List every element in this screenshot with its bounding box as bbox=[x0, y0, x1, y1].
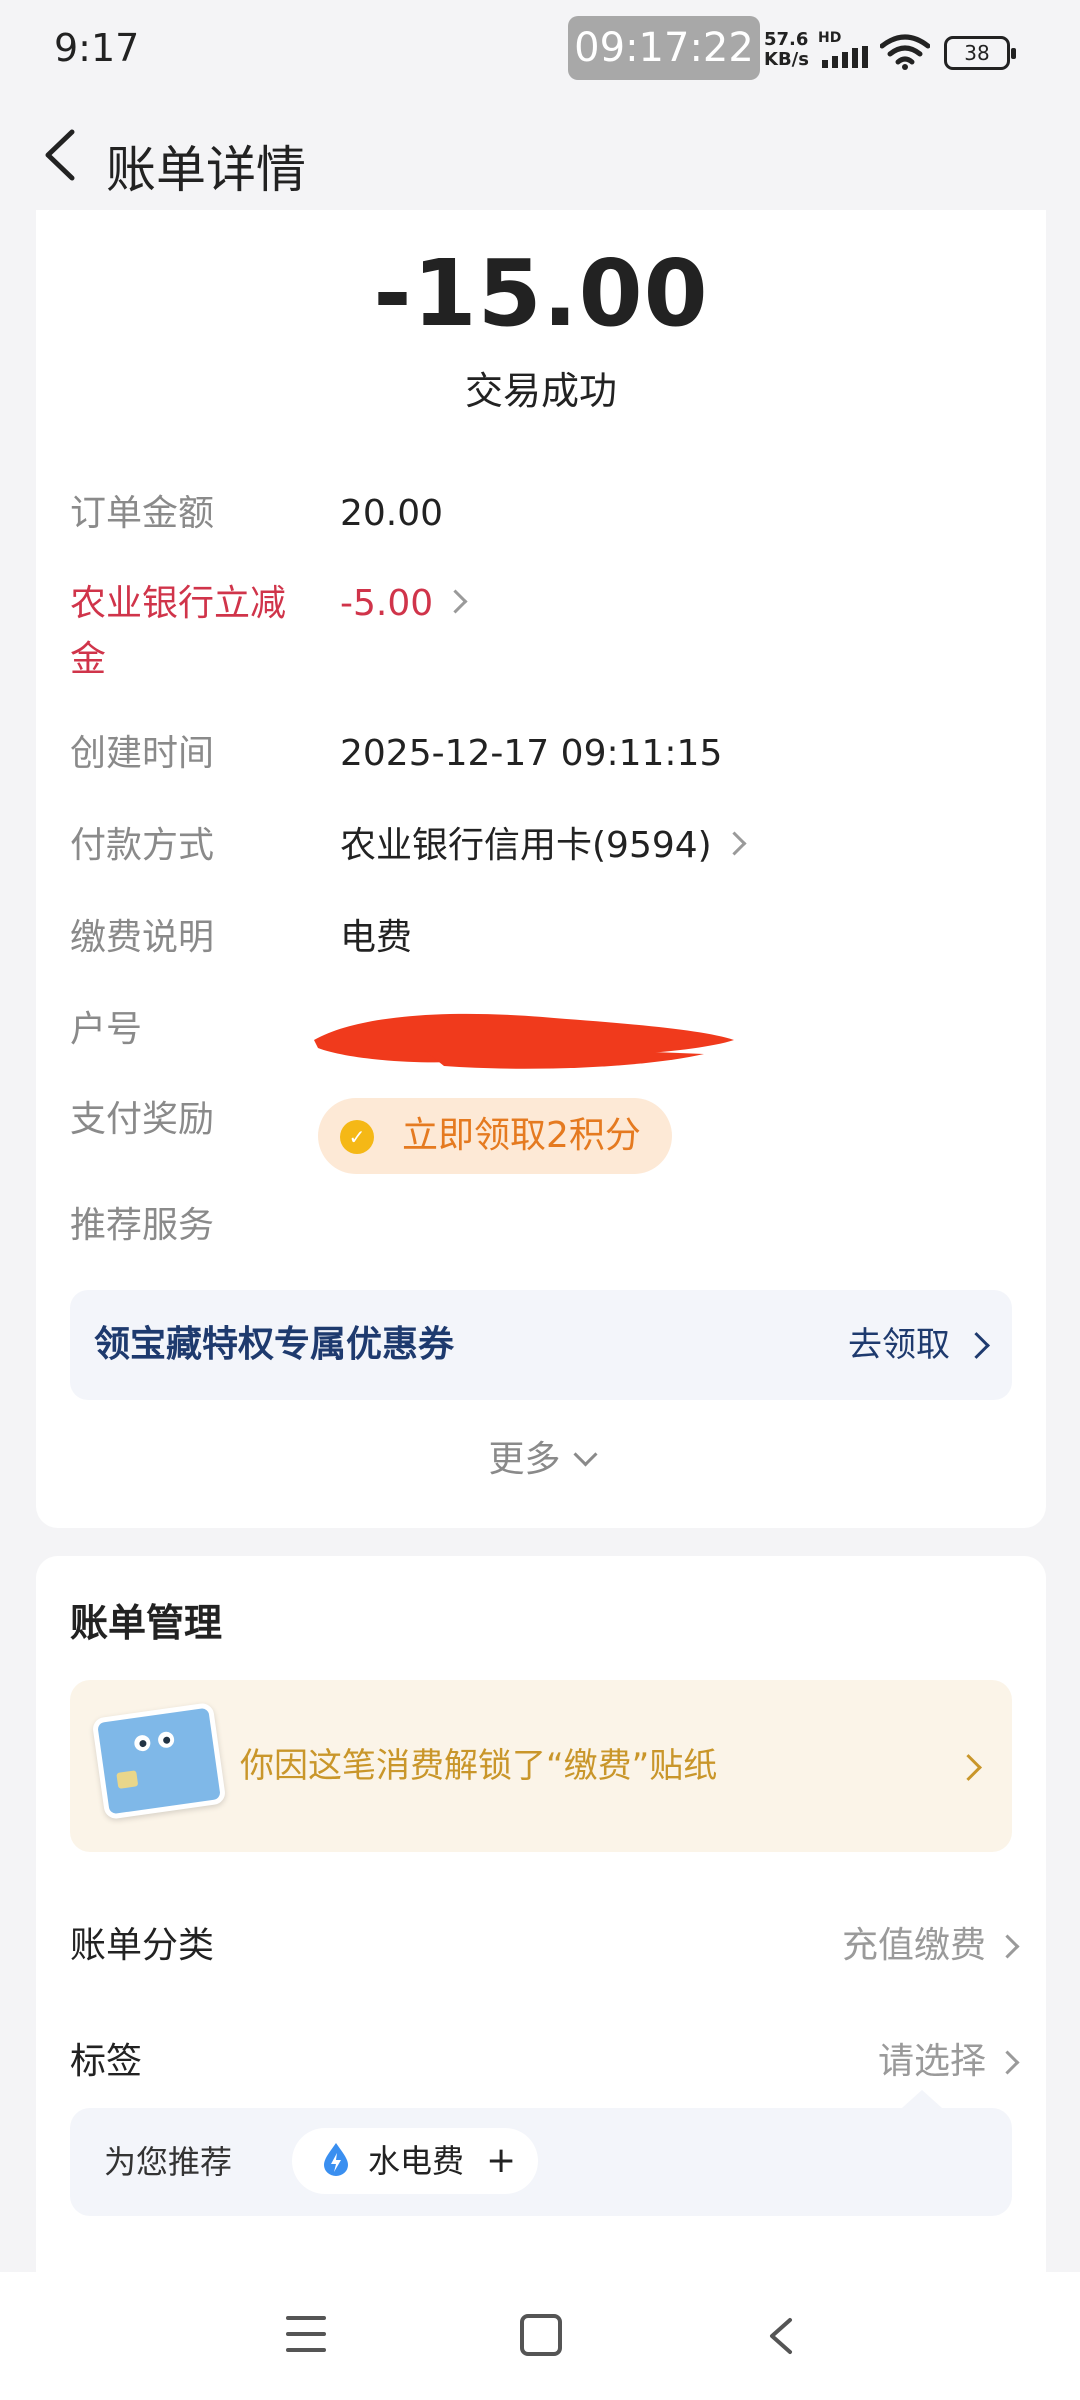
recommend-service-label: 推荐服务 bbox=[70, 1205, 215, 1246]
coin-icon bbox=[340, 1120, 374, 1154]
chevron-right-icon bbox=[722, 830, 747, 856]
reward-label: 支付奖励 bbox=[70, 1099, 215, 1140]
signal-icon bbox=[822, 46, 868, 68]
created-time-value: 2025-12-17 09:11:15 bbox=[340, 733, 723, 774]
status-clock-overlay: 09:17:22 bbox=[568, 16, 760, 80]
bill-category-label: 账单分类 bbox=[70, 1925, 215, 1966]
network-speed-unit: KB/s bbox=[764, 49, 809, 70]
hd-indicator: HD bbox=[818, 30, 842, 46]
transaction-status: 交易成功 bbox=[464, 369, 617, 413]
chevron-down-icon bbox=[572, 1442, 598, 1467]
discount-label: 农业银行立减 金 bbox=[70, 576, 286, 688]
back-arrow-icon[interactable] bbox=[30, 120, 90, 190]
order-amount-value: 20.00 bbox=[340, 493, 444, 534]
order-amount-label: 订单金额 bbox=[70, 493, 215, 534]
nav-back-icon[interactable] bbox=[762, 2316, 802, 2356]
claim-points-label: 立即领取2积分 bbox=[402, 1115, 641, 1156]
chevron-right-icon bbox=[963, 1332, 990, 1359]
page-title: 账单详情 bbox=[106, 141, 306, 199]
tag-recommendation-box: 为您推荐 水电费 + bbox=[70, 2090, 1012, 2216]
chevron-right-icon bbox=[995, 2050, 1020, 2075]
more-label: 更多 bbox=[488, 1439, 561, 1480]
tag-chip-utilities[interactable]: 水电费 + bbox=[292, 2128, 538, 2194]
discount-label-line2: 金 bbox=[70, 639, 107, 680]
coupon-banner[interactable]: 领宝藏特权专属优惠券 去领取 bbox=[70, 1290, 1012, 1400]
redaction-scribble bbox=[314, 1013, 734, 1069]
discount-value-link[interactable]: -5.00 bbox=[340, 576, 468, 632]
sticker-text: 你因这笔消费解锁了“缴费”贴纸 bbox=[240, 1746, 718, 1786]
bill-management-title: 账单管理 bbox=[70, 1601, 223, 1645]
status-time: 9:17 bbox=[54, 26, 140, 70]
sticker-banner[interactable]: 你因这笔消费解锁了“缴费”贴纸 bbox=[70, 1680, 1012, 1852]
more-toggle[interactable]: 更多 bbox=[36, 1430, 1046, 1482]
account-number-label: 户号 bbox=[70, 1009, 143, 1050]
chevron-right-icon bbox=[955, 1754, 982, 1781]
sticker-card-icon bbox=[91, 1702, 227, 1820]
app-header: 账单详情 bbox=[0, 100, 1080, 210]
status-bar: 9:17 09:17:22 57.6 KB/s HD 38 bbox=[0, 0, 1080, 100]
chevron-right-icon bbox=[443, 588, 468, 614]
battery-icon: 38 bbox=[944, 36, 1016, 70]
tag-select-value: 请选择 bbox=[877, 2041, 986, 2082]
claim-points-button[interactable]: 立即领取2积分 bbox=[318, 1098, 672, 1174]
network-speed-value: 57.6 bbox=[764, 29, 809, 50]
payment-method-value: 农业银行信用卡(9594) bbox=[340, 825, 712, 866]
created-time-label: 创建时间 bbox=[70, 733, 215, 774]
coupon-claim-link[interactable]: 去领取 bbox=[848, 1290, 950, 1400]
system-nav-bar bbox=[0, 2272, 1080, 2400]
network-speed: 57.6 KB/s bbox=[764, 30, 809, 70]
transaction-amount: -15.00 bbox=[373, 240, 709, 347]
payment-method-link[interactable]: 农业银行信用卡(9594) bbox=[340, 818, 747, 874]
plus-icon: + bbox=[486, 2140, 517, 2181]
home-square-icon[interactable] bbox=[520, 2314, 562, 2356]
fee-description-label: 缴费说明 bbox=[70, 917, 215, 958]
fee-description-value: 电费 bbox=[340, 917, 413, 958]
chevron-right-icon bbox=[995, 1934, 1020, 1959]
menu-icon[interactable] bbox=[286, 2316, 326, 2352]
tag-label: 标签 bbox=[70, 2041, 143, 2082]
payment-method-label: 付款方式 bbox=[70, 825, 215, 866]
water-drop-icon bbox=[324, 2143, 348, 2176]
wifi-icon bbox=[880, 34, 930, 70]
discount-value: -5.00 bbox=[340, 583, 434, 624]
discount-label-line1: 农业银行立减 bbox=[70, 583, 287, 624]
coupon-title: 领宝藏特权专属优惠券 bbox=[94, 1324, 455, 1365]
bill-management-card: 账单管理 你因这笔消费解锁了“缴费”贴纸 账单分类 充值缴费 标签 请选择 为您… bbox=[36, 1556, 1046, 2276]
transaction-card: -15.00 交易成功 订单金额 20.00 农业银行立减 金 -5.00 创建… bbox=[36, 210, 1046, 1528]
bill-category-value: 充值缴费 bbox=[841, 1925, 986, 1966]
recommend-for-you-label: 为您推荐 bbox=[104, 2143, 233, 2181]
tag-chip-label: 水电费 bbox=[368, 2142, 465, 2180]
